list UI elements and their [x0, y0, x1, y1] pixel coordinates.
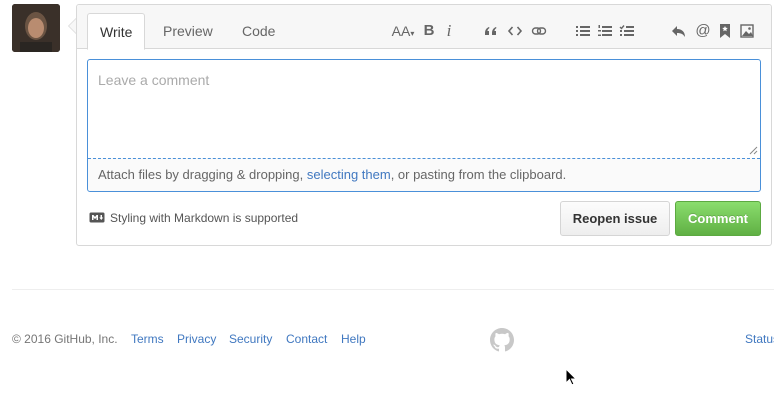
comment-button[interactable]: Comment [675, 201, 761, 236]
github-mark-icon[interactable] [490, 328, 514, 352]
new-comment-form: Write Preview Code AA▾ B i @ Leave a com… [76, 4, 772, 246]
image-icon[interactable] [737, 19, 757, 43]
comment-textarea[interactable] [88, 60, 760, 158]
footer-link-security[interactable]: Security [229, 332, 272, 346]
task-list-icon[interactable] [617, 19, 637, 43]
link-icon[interactable] [529, 19, 549, 43]
footer-copyright: © 2016 GitHub, Inc. [12, 332, 118, 346]
site-footer: © 2016 GitHub, Inc. Terms Privacy Securi… [12, 328, 774, 352]
attach-suffix-text: , or pasting from the clipboard. [390, 167, 567, 182]
attach-prefix-text: Attach files by dragging & dropping, [98, 167, 307, 182]
footer-link-contact[interactable]: Contact [286, 332, 327, 346]
comment-write-area: Attach files by dragging & dropping, sel… [87, 59, 761, 192]
code-icon[interactable] [505, 19, 525, 43]
bookmark-icon[interactable] [715, 19, 735, 43]
user-avatar[interactable] [12, 4, 60, 52]
markdown-hint[interactable]: Styling with Markdown is supported [89, 211, 298, 225]
text-size-icon[interactable]: AA▾ [389, 19, 417, 43]
reopen-issue-button[interactable]: Reopen issue [560, 201, 670, 236]
attach-files-area[interactable]: Attach files by dragging & dropping, sel… [88, 158, 760, 191]
ordered-list-icon[interactable] [595, 19, 615, 43]
markdown-hint-text: Styling with Markdown is supported [110, 211, 299, 225]
unordered-list-icon[interactable] [573, 19, 593, 43]
footer-divider [12, 289, 774, 290]
bold-icon[interactable]: B [419, 19, 439, 43]
comment-box-caret [68, 18, 76, 34]
tab-write[interactable]: Write [87, 13, 146, 50]
tab-preview[interactable]: Preview [151, 13, 225, 50]
tab-code[interactable]: Code [230, 13, 287, 50]
text-size-label: AA [391, 23, 411, 39]
footer-link-help[interactable]: Help [341, 332, 366, 346]
quote-icon[interactable] [481, 19, 501, 43]
select-files-link[interactable]: selecting them [307, 167, 391, 182]
mouse-cursor-icon [565, 368, 577, 386]
reply-icon[interactable] [667, 19, 691, 43]
markdown-icon [89, 212, 105, 223]
comment-tabnav: Write Preview Code AA▾ B i @ [77, 5, 771, 50]
mention-icon[interactable]: @ [693, 19, 713, 43]
footer-link-status[interactable]: Status [745, 332, 774, 346]
resize-grip-icon[interactable] [749, 146, 758, 155]
footer-link-terms[interactable]: Terms [131, 332, 164, 346]
italic-icon[interactable]: i [439, 19, 459, 43]
footer-link-privacy[interactable]: Privacy [177, 332, 216, 346]
